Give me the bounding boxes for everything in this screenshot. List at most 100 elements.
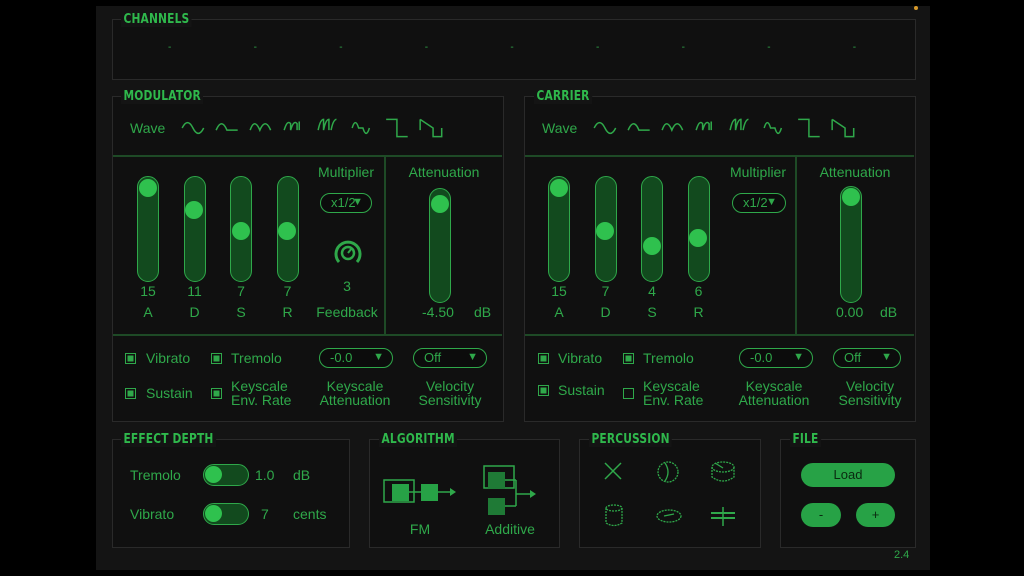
carrier-wave-0-icon[interactable] [592, 117, 620, 139]
channels-title: CHANNELS [121, 12, 192, 27]
modulator-wave-2-icon[interactable] [248, 117, 276, 139]
bass-drum-icon[interactable] [604, 503, 624, 529]
carrier-wave-7-icon[interactable] [830, 117, 858, 139]
carrier-adsr-s-label: S [647, 304, 657, 320]
modulator-adsr-d-value: 11 [187, 283, 202, 299]
modulator-wave-5-icon[interactable] [350, 117, 378, 139]
hihat-icon[interactable] [655, 506, 683, 526]
modulator-adsr-a-slider[interactable] [137, 176, 159, 282]
modulator-adsr-d-slider[interactable] [183, 176, 206, 282]
modulator-keyscale-att-label: Keyscale Attenuation [319, 378, 391, 408]
file-panel [780, 439, 916, 548]
carrier-velocity-select[interactable]: Off ▼ [833, 348, 901, 368]
feedback-knob-icon[interactable] [333, 238, 363, 268]
channel-slot[interactable]: - [853, 42, 856, 53]
modulator-keyscale-env-checkbox[interactable] [211, 388, 222, 399]
modulator-wave-0-icon[interactable] [180, 117, 208, 139]
minus-button[interactable]: - [801, 503, 841, 527]
channel-slot[interactable]: - [254, 42, 257, 53]
slider-knob[interactable] [549, 179, 568, 197]
channel-slot[interactable]: - [682, 42, 685, 53]
load-button[interactable]: Load [801, 463, 895, 487]
slider-knob[interactable] [430, 195, 449, 213]
channel-slot[interactable]: - [168, 42, 171, 53]
velocity-value: Off [844, 350, 862, 365]
channel-slot[interactable]: - [339, 42, 342, 53]
modulator-adsr-r-label: R [282, 304, 293, 320]
effect-vibrato-label: Vibrato [130, 506, 175, 522]
carrier-adsr-a-slider[interactable] [548, 176, 570, 282]
carrier-adsr-r-value: 6 [694, 283, 703, 299]
carrier-keyscale-env-checkbox[interactable] [623, 388, 634, 399]
modulator-multiplier-select[interactable]: x1/2 ▼ [320, 193, 372, 213]
carrier-keyscale-att-select[interactable]: -0.0 ▼ [739, 348, 813, 368]
additive-algorithm-icon[interactable] [482, 464, 540, 520]
carrier-wave-6-icon[interactable] [796, 117, 824, 139]
carrier-adsr-a-value: 15 [551, 283, 567, 299]
snare-icon[interactable] [709, 459, 737, 485]
modulator-wave-1-icon[interactable] [214, 117, 242, 139]
effect-vibrato-value: 7 [261, 506, 269, 522]
modulator-velocity-select[interactable]: Off ▼ [413, 348, 487, 368]
carrier-wave-1-icon[interactable] [626, 117, 654, 139]
channel-slot[interactable]: - [596, 42, 599, 53]
carrier-keyscale-env-label: Keyscale Env. Rate [643, 378, 704, 408]
effect-vibrato-toggle[interactable] [203, 503, 249, 525]
channel-slot[interactable]: - [510, 42, 513, 53]
slider-knob[interactable] [138, 179, 157, 197]
feedback-label: Feedback [316, 304, 378, 320]
divider [525, 155, 914, 157]
modulator-vibrato-label: Vibrato [146, 350, 191, 366]
divider [525, 334, 914, 336]
modulator-keyscale-att-select[interactable]: -0.0 ▼ [319, 348, 393, 368]
carrier-wave-4-icon[interactable] [728, 117, 756, 139]
channel-slot[interactable]: - [767, 42, 770, 53]
modulator-tremolo-checkbox[interactable] [211, 353, 222, 364]
modulator-adsr-s-slider[interactable] [230, 176, 252, 282]
slider-knob[interactable] [642, 237, 661, 255]
modulator-wave-4-icon[interactable] [316, 117, 344, 139]
fm-algorithm-icon[interactable] [382, 478, 458, 510]
carrier-multiplier-select[interactable]: x1/2 ▼ [732, 193, 786, 213]
carrier-adsr-a-label: A [554, 304, 564, 320]
plus-button[interactable]: + [856, 503, 895, 527]
percussion-title: PERCUSSION [589, 432, 673, 447]
crash-icon[interactable] [602, 460, 624, 482]
effect-tremolo-toggle[interactable] [203, 464, 249, 486]
carrier-vibrato-checkbox[interactable] [538, 353, 549, 364]
slider-knob[interactable] [689, 229, 707, 247]
slider-knob[interactable] [278, 222, 296, 240]
carrier-adsr-r-label: R [693, 304, 704, 320]
carrier-title: CARRIER [534, 89, 593, 104]
modulator-vibrato-checkbox[interactable] [125, 353, 136, 364]
modulator-adsr-r-slider[interactable] [276, 176, 299, 282]
additive-label: Additive [485, 521, 535, 537]
modulator-wave-6-icon[interactable] [384, 117, 412, 139]
carrier-sustain-checkbox[interactable] [538, 385, 549, 396]
carrier-wave-3-icon[interactable] [694, 117, 722, 139]
channels-panel [112, 19, 916, 80]
carrier-adsr-s-slider[interactable] [641, 176, 663, 282]
modulator-title: MODULATOR [121, 89, 204, 104]
carrier-wave-2-icon[interactable] [660, 117, 688, 139]
slider-knob[interactable] [185, 201, 203, 219]
modulator-wave-3-icon[interactable] [282, 117, 310, 139]
carrier-vibrato-label: Vibrato [558, 350, 603, 366]
modulator-adsr-d-label: D [189, 304, 200, 320]
slider-knob[interactable] [231, 222, 250, 240]
carrier-wave-5-icon[interactable] [762, 117, 790, 139]
modulator-attenuation-slider[interactable] [429, 188, 451, 303]
slider-knob[interactable] [596, 222, 614, 240]
effect-tremolo-unit: dB [293, 467, 311, 483]
carrier-tremolo-checkbox[interactable] [623, 353, 634, 364]
cymbal-icon[interactable] [709, 505, 737, 527]
slider-knob[interactable] [841, 188, 860, 206]
carrier-attenuation-slider[interactable] [840, 186, 862, 303]
modulator-sustain-checkbox[interactable] [125, 388, 136, 399]
channel-slot[interactable]: - [425, 42, 428, 53]
carrier-adsr-r-slider[interactable] [687, 176, 710, 282]
carrier-adsr-d-slider[interactable] [594, 176, 617, 282]
modulator-multiplier-label: Multiplier [317, 164, 374, 180]
modulator-wave-7-icon[interactable] [418, 117, 446, 139]
tom-icon[interactable] [655, 459, 681, 485]
